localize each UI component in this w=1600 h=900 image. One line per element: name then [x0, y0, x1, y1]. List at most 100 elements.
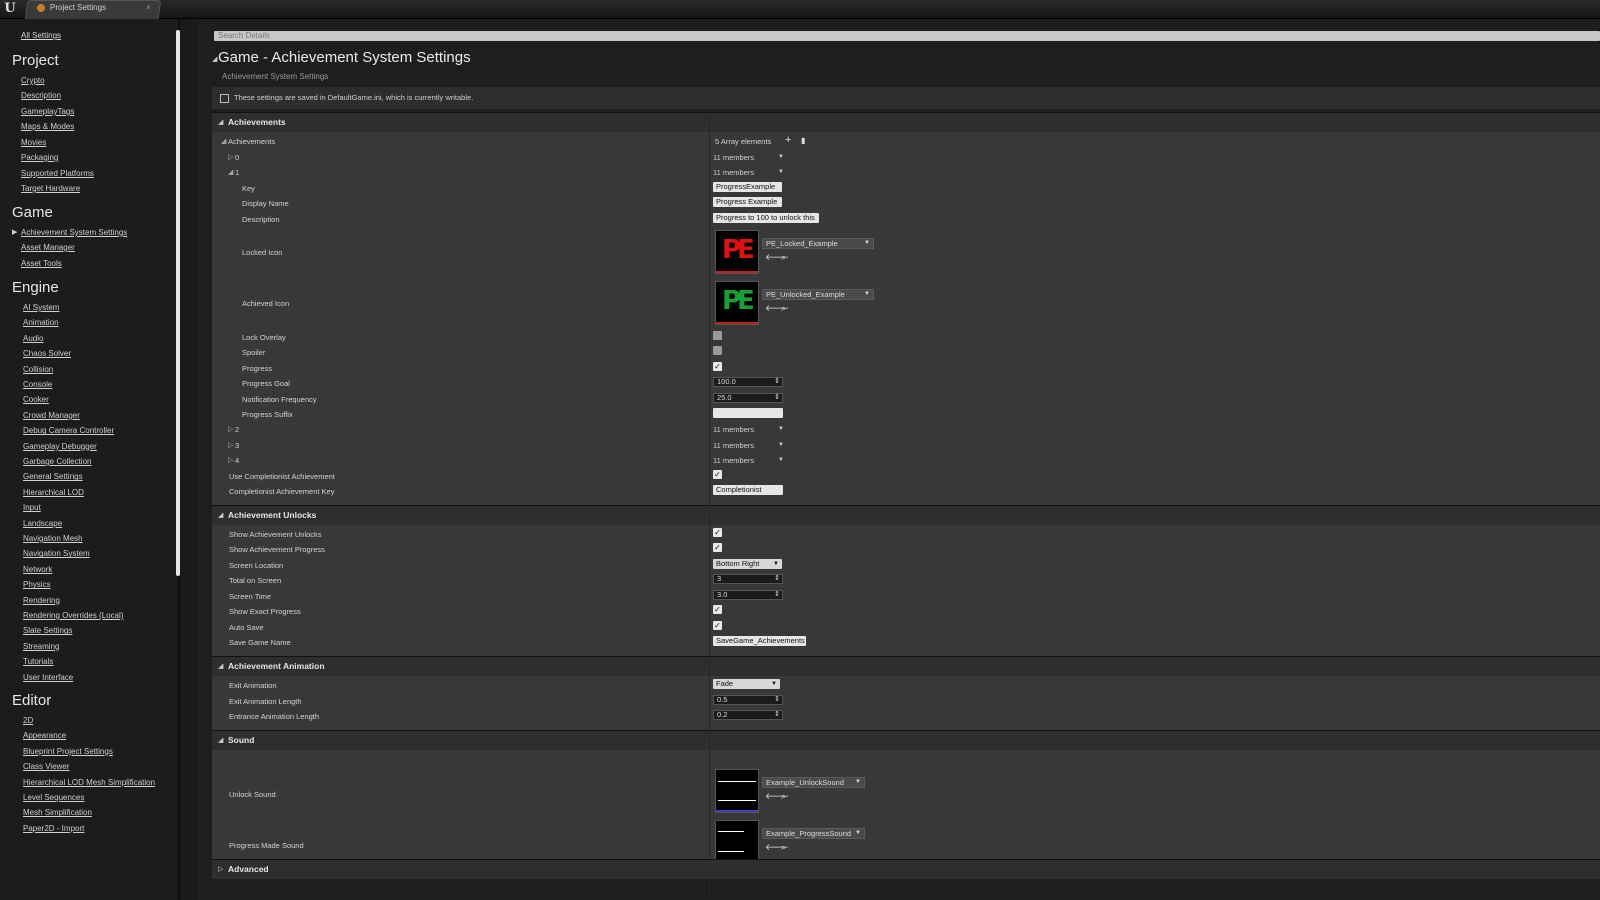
- sidebar-item[interactable]: General Settings: [23, 472, 83, 481]
- sidebar-item[interactable]: Garbage Collection: [23, 457, 91, 466]
- exit-animation-select[interactable]: Fade ▼: [713, 679, 780, 689]
- progress-sound-asset-picker[interactable]: Example_ProgressSound ▼: [762, 828, 865, 839]
- show-unlocks-checkbox[interactable]: ✓: [713, 528, 722, 537]
- collapse-icon[interactable]: ◢: [228, 168, 233, 176]
- sidebar-item[interactable]: Network: [23, 565, 52, 574]
- browse-search-icon[interactable]: ⌕: [781, 303, 786, 314]
- locked-icon-thumbnail[interactable]: PE: [715, 230, 759, 274]
- achieved-icon-asset-picker[interactable]: PE_Unlocked_Example ▼: [762, 289, 874, 300]
- sidebar-item[interactable]: Packaging: [21, 153, 58, 162]
- sidebar-item[interactable]: Cooker: [23, 395, 49, 404]
- sidebar-item[interactable]: Hierarchical LOD: [23, 488, 84, 497]
- sidebar-item[interactable]: Paper2D - Import: [23, 824, 84, 833]
- progress-suffix-field[interactable]: [713, 408, 783, 418]
- show-exact-progress-checkbox[interactable]: ✓: [713, 605, 722, 614]
- dropdown-icon[interactable]: ▼: [778, 154, 784, 160]
- sidebar-item[interactable]: Blueprint Project Settings: [23, 747, 113, 756]
- sidebar-item[interactable]: Asset Manager: [21, 243, 75, 252]
- total-on-screen-input[interactable]: 3 ⇕: [713, 574, 783, 584]
- unlock-sound-thumbnail[interactable]: [715, 769, 759, 813]
- sidebar-item[interactable]: Navigation System: [23, 549, 90, 558]
- browse-search-icon[interactable]: ⌕: [781, 252, 786, 263]
- sidebar-item[interactable]: Landscape: [23, 519, 62, 528]
- dropdown-icon[interactable]: ▼: [778, 457, 784, 463]
- sidebar-item[interactable]: Target Hardware: [21, 184, 80, 193]
- sidebar-item[interactable]: Navigation Mesh: [23, 534, 83, 543]
- sidebar-item[interactable]: Movies: [21, 138, 46, 147]
- screen-time-input[interactable]: 3.0 ⇕: [713, 590, 783, 600]
- progress-sound-thumbnail[interactable]: [715, 820, 759, 864]
- sidebar-item[interactable]: Physics: [23, 580, 51, 589]
- sidebar-item[interactable]: Slate Settings: [23, 626, 72, 635]
- sidebar-item[interactable]: Level Sequences: [23, 793, 84, 802]
- collapse-icon[interactable]: ◢: [212, 55, 217, 63]
- sidebar-item[interactable]: Animation: [23, 318, 59, 327]
- sidebar-item[interactable]: Supported Platforms: [21, 169, 94, 178]
- sidebar-item[interactable]: Streaming: [23, 642, 59, 651]
- expand-icon[interactable]: ▷: [228, 441, 233, 449]
- trash-icon[interactable]: ▮: [801, 136, 805, 145]
- save-game-name-field[interactable]: SaveGame_Achievements: [713, 636, 806, 646]
- section-advanced[interactable]: ▷ Advanced: [212, 859, 1600, 879]
- exit-animation-length-input[interactable]: 0.5 ⇕: [713, 695, 783, 705]
- unlock-sound-asset-picker[interactable]: Example_UnlockSound ▼: [762, 777, 865, 788]
- sidebar-item[interactable]: GameplayTags: [21, 107, 74, 116]
- lock-overlay-checkbox[interactable]: [713, 331, 722, 340]
- close-tab-icon[interactable]: ×: [146, 3, 151, 12]
- key-field[interactable]: ProgressExample: [713, 182, 782, 192]
- section-sound[interactable]: ◢ Sound: [212, 730, 1600, 750]
- sidebar-item[interactable]: Rendering: [23, 596, 60, 605]
- display-name-field[interactable]: Progress Example: [713, 197, 782, 207]
- sidebar-item[interactable]: Hierarchical LOD Mesh Simplification: [23, 778, 155, 787]
- locked-icon-asset-picker[interactable]: PE_Locked_Example ▼: [762, 238, 874, 249]
- sidebar-item[interactable]: Maps & Modes: [21, 122, 74, 131]
- description-field[interactable]: Progress to 100 to unlock this: [713, 213, 819, 223]
- sidebar-item[interactable]: Collision: [23, 365, 53, 374]
- expand-icon[interactable]: ▷: [228, 425, 233, 433]
- sidebar-item[interactable]: User Interface: [23, 673, 73, 682]
- sidebar-item-achievement-system-settings[interactable]: Achievement System Settings: [21, 228, 127, 237]
- completionist-key-field[interactable]: Completionist: [713, 485, 783, 495]
- dropdown-icon[interactable]: ▼: [778, 442, 784, 448]
- expand-icon[interactable]: ◢: [221, 137, 226, 145]
- spoiler-checkbox[interactable]: [713, 346, 722, 355]
- sidebar-item[interactable]: Class Viewer: [23, 762, 70, 771]
- sidebar-item[interactable]: Chaos Solver: [23, 349, 71, 358]
- auto-save-checkbox[interactable]: ✓: [713, 621, 722, 630]
- sidebar-item[interactable]: 2D: [23, 716, 33, 725]
- sidebar-item[interactable]: Appearance: [23, 731, 66, 740]
- progress-goal-input[interactable]: 100.0 ⇕: [713, 377, 783, 387]
- sidebar-item[interactable]: Input: [23, 503, 41, 512]
- sidebar-item[interactable]: Gameplay Debugger: [23, 442, 97, 451]
- sidebar-item[interactable]: Description: [21, 91, 61, 100]
- sidebar-item[interactable]: Rendering Overrides (Local): [23, 611, 124, 620]
- dropdown-icon[interactable]: ▼: [778, 169, 784, 175]
- section-achievement-animation[interactable]: ◢ Achievement Animation: [212, 656, 1600, 676]
- section-achievements[interactable]: ◢ Achievements: [212, 112, 1600, 132]
- sidebar-item[interactable]: Audio: [23, 334, 43, 343]
- expand-icon[interactable]: ▷: [228, 153, 233, 161]
- use-completionist-checkbox[interactable]: ✓: [713, 470, 722, 479]
- dropdown-icon[interactable]: ▼: [778, 426, 784, 432]
- notification-frequency-input[interactable]: 25.0 ⇕: [713, 393, 783, 403]
- achieved-icon-thumbnail[interactable]: PE: [715, 281, 759, 325]
- progress-checkbox[interactable]: ✓: [713, 362, 722, 371]
- sidebar-item[interactable]: Crowd Manager: [23, 411, 80, 420]
- sidebar-all-settings[interactable]: All Settings: [21, 31, 61, 40]
- expand-icon[interactable]: ▷: [228, 456, 233, 464]
- browse-search-icon[interactable]: ⌕: [781, 842, 786, 853]
- show-progress-checkbox[interactable]: ✓: [713, 543, 722, 552]
- browse-search-icon[interactable]: ⌕: [781, 791, 786, 802]
- sidebar-item[interactable]: Console: [23, 380, 52, 389]
- add-icon[interactable]: +: [785, 134, 791, 146]
- section-achievement-unlocks[interactable]: ◢ Achievement Unlocks: [212, 505, 1600, 525]
- sidebar-item[interactable]: Mesh Simplification: [23, 808, 92, 817]
- sidebar-item[interactable]: Tutorials: [23, 657, 53, 666]
- sidebar-item[interactable]: Debug Camera Controller: [23, 426, 114, 435]
- screen-location-select[interactable]: Bottom Right ▼: [713, 559, 782, 569]
- sidebar-item[interactable]: AI System: [23, 303, 59, 312]
- search-input[interactable]: Search Details: [214, 31, 1600, 41]
- sidebar-scrollbar[interactable]: [176, 30, 180, 576]
- sidebar-item[interactable]: Crypto: [21, 76, 45, 85]
- sidebar-item[interactable]: Asset Tools: [21, 259, 62, 268]
